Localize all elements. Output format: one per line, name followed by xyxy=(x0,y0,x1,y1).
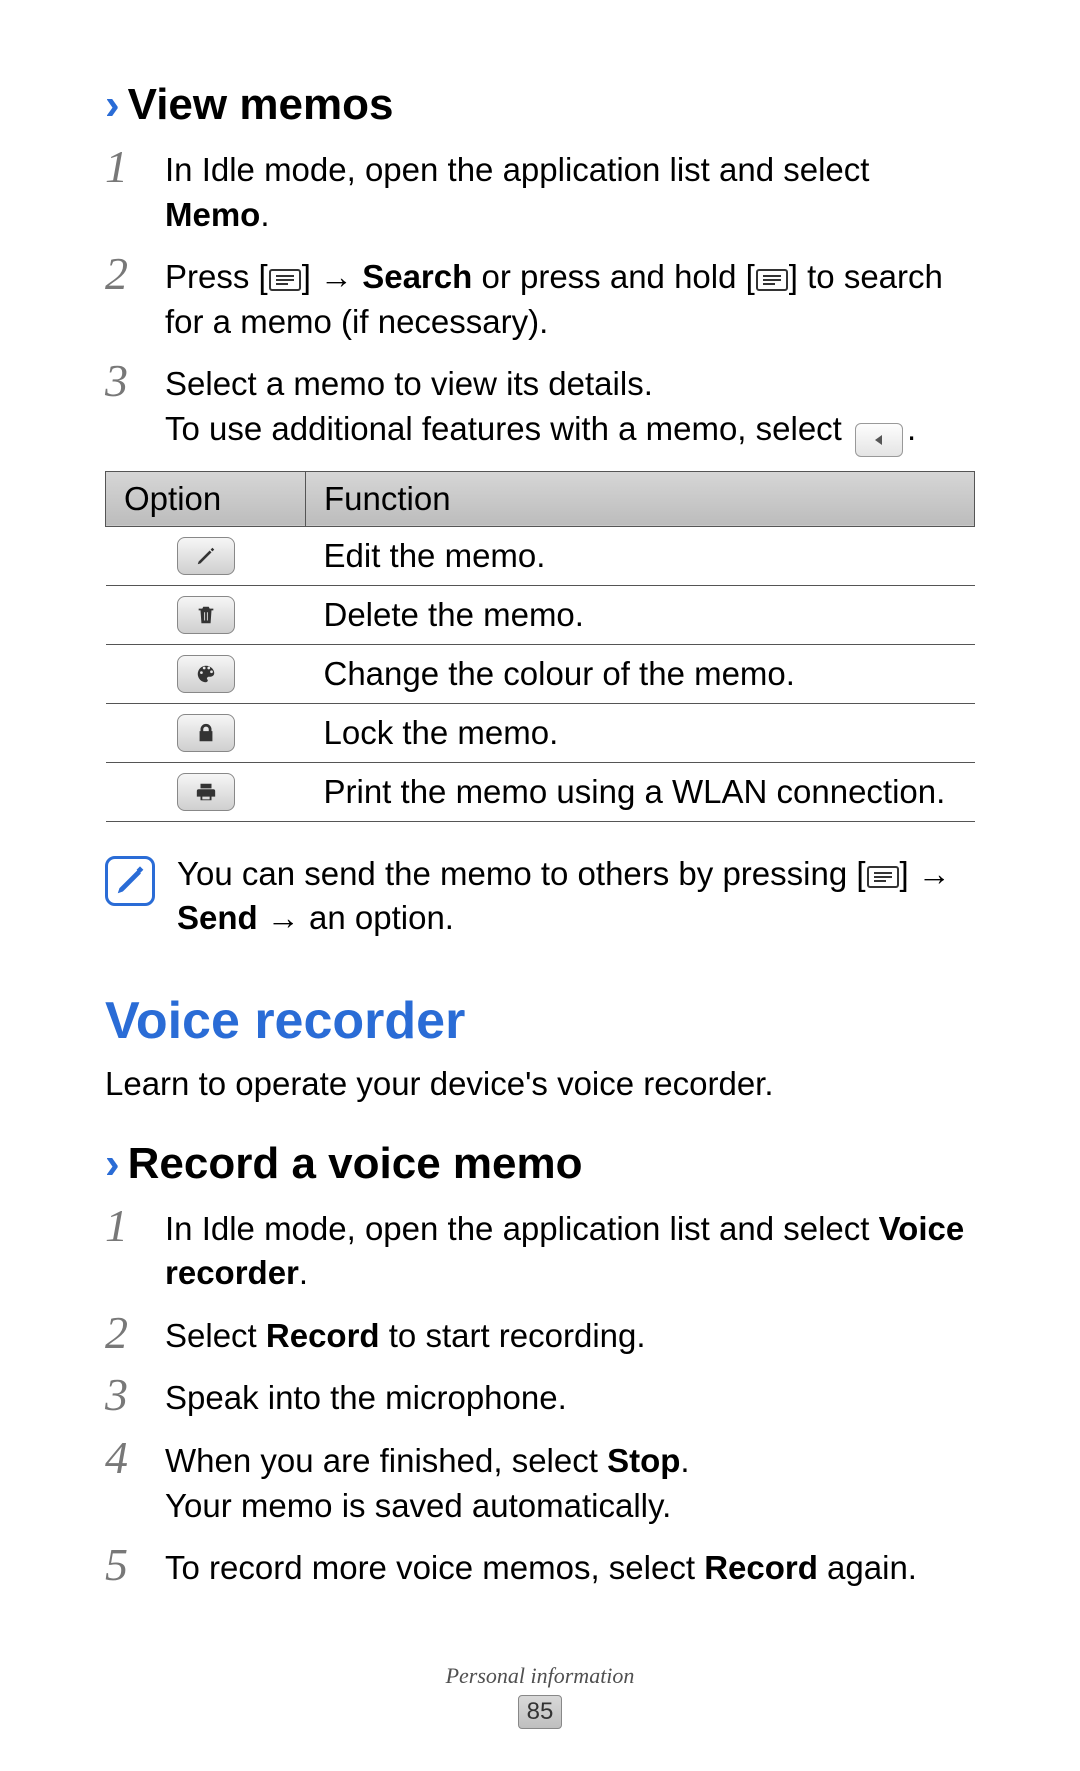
step-number: 2 xyxy=(105,251,143,344)
palette-icon xyxy=(177,655,235,693)
section-title: Record a voice memo xyxy=(128,1139,583,1189)
voice-recorder-heading: Voice recorder xyxy=(105,991,975,1051)
table-row: Delete the memo. xyxy=(106,585,975,644)
note-block: You can send the memo to others by press… xyxy=(105,852,975,941)
step-text: To record more voice memos, select Recor… xyxy=(165,1542,975,1591)
intro-text: Learn to operate your device's voice rec… xyxy=(105,1065,975,1103)
table-row: Edit the memo. xyxy=(106,526,975,585)
step-2: 2 Press [] → Search or press and hold []… xyxy=(105,251,975,344)
record-voice-memo-steps: 1 In Idle mode, open the application lis… xyxy=(105,1203,975,1591)
step-text: Press [] → Search or press and hold [] t… xyxy=(165,251,975,344)
step-number: 4 xyxy=(105,1435,143,1528)
page-number: 85 xyxy=(518,1695,562,1729)
step-1: 1 In Idle mode, open the application lis… xyxy=(105,1203,975,1296)
menu-icon xyxy=(866,864,900,890)
step-number: 2 xyxy=(105,1310,143,1359)
function-text: Change the colour of the memo. xyxy=(306,644,975,703)
step-number: 3 xyxy=(105,358,143,457)
printer-icon xyxy=(177,773,235,811)
step-4: 4 When you are finished, select Stop. Yo… xyxy=(105,1435,975,1528)
chevron-right-icon: › xyxy=(105,83,120,127)
menu-icon xyxy=(268,267,302,293)
function-text: Delete the memo. xyxy=(306,585,975,644)
view-memos-heading: › View memos xyxy=(105,80,975,130)
step-3: 3 Select a memo to view its details. To … xyxy=(105,358,975,457)
step-5: 5 To record more voice memos, select Rec… xyxy=(105,1542,975,1591)
step-number: 1 xyxy=(105,1203,143,1296)
lock-icon xyxy=(177,714,235,752)
view-memos-steps: 1 In Idle mode, open the application lis… xyxy=(105,144,975,457)
function-header: Function xyxy=(306,471,975,526)
step-text: Select Record to start recording. xyxy=(165,1310,975,1359)
table-row: Lock the memo. xyxy=(106,703,975,762)
table-row: Change the colour of the memo. xyxy=(106,644,975,703)
trash-icon xyxy=(177,596,235,634)
section-title: View memos xyxy=(128,80,394,130)
step-number: 5 xyxy=(105,1542,143,1591)
step-text: Speak into the microphone. xyxy=(165,1372,975,1421)
option-header: Option xyxy=(106,471,306,526)
page-footer: Personal information 85 xyxy=(0,1663,1080,1729)
step-2: 2 Select Record to start recording. xyxy=(105,1310,975,1359)
step-3: 3 Speak into the microphone. xyxy=(105,1372,975,1421)
manual-page: › View memos 1 In Idle mode, open the ap… xyxy=(0,0,1080,1665)
step-text: Select a memo to view its details. To us… xyxy=(165,358,975,457)
table-row: Print the memo using a WLAN connection. xyxy=(106,762,975,821)
record-voice-memo-heading: › Record a voice memo xyxy=(105,1139,975,1189)
chevron-right-icon: › xyxy=(105,1142,120,1186)
note-text: You can send the memo to others by press… xyxy=(177,852,975,941)
step-text: In Idle mode, open the application list … xyxy=(165,144,975,237)
menu-icon xyxy=(755,267,789,293)
step-number: 1 xyxy=(105,144,143,237)
function-text: Lock the memo. xyxy=(306,703,975,762)
step-text: In Idle mode, open the application list … xyxy=(165,1203,975,1296)
step-number: 3 xyxy=(105,1372,143,1421)
left-arrow-icon xyxy=(855,423,903,457)
options-table: Option Function Edit the memo. Delete th… xyxy=(105,471,975,822)
step-1: 1 In Idle mode, open the application lis… xyxy=(105,144,975,237)
function-text: Edit the memo. xyxy=(306,526,975,585)
step-text: When you are finished, select Stop. Your… xyxy=(165,1435,975,1528)
footer-label: Personal information xyxy=(0,1663,1080,1689)
pencil-icon xyxy=(177,537,235,575)
function-text: Print the memo using a WLAN connection. xyxy=(306,762,975,821)
table-header-row: Option Function xyxy=(106,471,975,526)
note-icon xyxy=(105,856,155,906)
